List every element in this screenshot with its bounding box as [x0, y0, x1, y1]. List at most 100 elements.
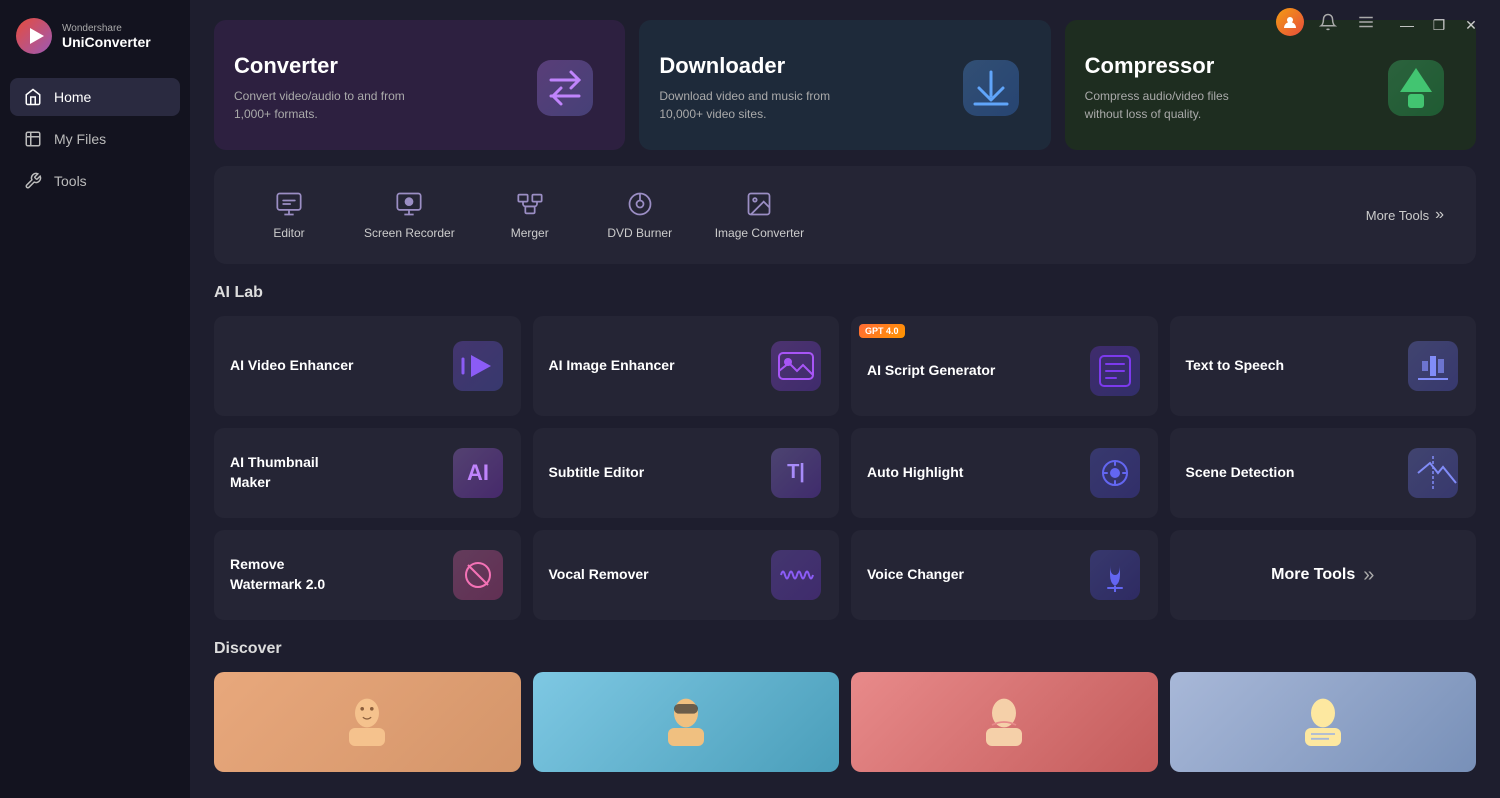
merger-label: Merger — [511, 226, 549, 240]
screen-recorder-label: Screen Recorder — [364, 226, 455, 240]
discover-grid — [214, 672, 1476, 772]
converter-card[interactable]: Converter Convert video/audio to and fro… — [214, 20, 625, 150]
discover-image-4 — [1293, 692, 1353, 752]
discover-image-1 — [337, 692, 397, 752]
ai-more-tools-title: More Tools — [1271, 564, 1355, 586]
converter-title: Converter — [234, 53, 525, 79]
merger-icon — [516, 190, 544, 218]
scene-detection-title: Scene Detection — [1186, 463, 1295, 483]
close-button[interactable]: ✕ — [1456, 10, 1486, 40]
subtitle-editor-title: Subtitle Editor — [549, 463, 645, 483]
downloader-info: Downloader Download video and music from… — [659, 53, 950, 123]
tools-icon — [24, 172, 42, 190]
ai-lab-grid: AI Video Enhancer AI Image Enhancer — [214, 316, 1476, 620]
minimize-button[interactable]: — — [1392, 10, 1422, 40]
window-controls: — ❐ ✕ — [1378, 0, 1500, 50]
main-content: Converter Convert video/audio to and fro… — [190, 0, 1500, 798]
ai-card-image-enhancer[interactable]: AI Image Enhancer — [533, 316, 840, 416]
ai-video-enhancer-icon — [451, 339, 505, 393]
ai-card-more-tools[interactable]: More Tools » — [1170, 530, 1477, 620]
compressor-desc: Compress audio/video files without loss … — [1085, 87, 1265, 123]
vocal-remover-icon — [769, 548, 823, 602]
sidebar-files-label: My Files — [54, 131, 106, 147]
ai-card-script-generator[interactable]: GPT 4.0 AI Script Generator — [851, 316, 1158, 416]
tool-dvd-burner[interactable]: DVD Burner — [585, 182, 695, 248]
sidebar-item-tools[interactable]: Tools — [10, 162, 180, 200]
ai-card-scene-detection[interactable]: Scene Detection — [1170, 428, 1477, 518]
user-avatar[interactable] — [1276, 8, 1304, 36]
tools-more-label: More Tools — [1366, 208, 1429, 223]
voice-changer-icon — [1088, 548, 1142, 602]
editor-label: Editor — [273, 226, 304, 240]
image-converter-icon — [745, 190, 773, 218]
discover-card-3[interactable] — [851, 672, 1158, 772]
gpt-badge: GPT 4.0 — [859, 324, 905, 338]
maximize-button[interactable]: ❐ — [1424, 10, 1454, 40]
ai-card-vocal-remover[interactable]: Vocal Remover — [533, 530, 840, 620]
discover-card-2[interactable] — [533, 672, 840, 772]
subtitle-editor-icon: T| — [769, 446, 823, 500]
ai-card-video-enhancer[interactable]: AI Video Enhancer — [214, 316, 521, 416]
ai-more-tools-chevron: » — [1363, 564, 1374, 587]
remove-watermark-title: Remove Watermark 2.0 — [230, 555, 360, 594]
compressor-icon — [1376, 48, 1456, 128]
tools-row: Editor Screen Recorder Merger — [214, 166, 1476, 264]
dvd-burner-icon — [626, 190, 654, 218]
compressor-info: Compressor Compress audio/video files wi… — [1085, 53, 1376, 123]
editor-icon — [275, 190, 303, 218]
hero-cards: Converter Convert video/audio to and fro… — [214, 20, 1476, 150]
ai-card-voice-changer[interactable]: Voice Changer — [851, 530, 1158, 620]
discover-title: Discover — [214, 640, 1476, 658]
ai-card-auto-highlight[interactable]: Auto Highlight — [851, 428, 1158, 518]
ai-image-enhancer-title: AI Image Enhancer — [549, 356, 675, 376]
ai-card-subtitle-editor[interactable]: Subtitle Editor T| — [533, 428, 840, 518]
top-right-controls — [1276, 8, 1380, 36]
discover-card-1[interactable] — [214, 672, 521, 772]
compressor-title: Compressor — [1085, 53, 1376, 79]
sidebar-item-my-files[interactable]: My Files — [10, 120, 180, 158]
app-logo-icon — [16, 18, 52, 54]
sidebar-nav: Home My Files Tools — [0, 78, 190, 200]
svg-text:T|: T| — [787, 461, 805, 483]
vocal-remover-title: Vocal Remover — [549, 565, 649, 585]
sidebar: Wondershare UniConverter Home My Files T… — [0, 0, 190, 798]
ai-image-enhancer-icon — [769, 339, 823, 393]
menu-icon[interactable] — [1352, 8, 1380, 36]
ai-card-thumbnail-maker[interactable]: AI Thumbnail Maker AI — [214, 428, 521, 518]
chevron-right-icon: » — [1435, 206, 1444, 224]
scene-detection-icon — [1406, 446, 1460, 500]
ai-script-generator-title: AI Script Generator — [867, 361, 995, 381]
downloader-card[interactable]: Downloader Download video and music from… — [639, 20, 1050, 150]
my-files-icon — [24, 130, 42, 148]
discover-card-4[interactable] — [1170, 672, 1477, 772]
logo-text: Wondershare UniConverter — [62, 23, 151, 50]
ai-thumbnail-maker-icon: AI — [451, 446, 505, 500]
downloader-icon — [951, 48, 1031, 128]
ai-card-remove-watermark[interactable]: Remove Watermark 2.0 — [214, 530, 521, 620]
tool-image-converter[interactable]: Image Converter — [695, 182, 824, 248]
ai-lab-title: AI Lab — [214, 284, 1476, 302]
tools-more-button[interactable]: More Tools » — [1354, 198, 1456, 232]
ai-video-enhancer-title: AI Video Enhancer — [230, 356, 353, 376]
product-name: UniConverter — [62, 34, 151, 50]
ai-thumbnail-maker-title: AI Thumbnail Maker — [230, 453, 360, 492]
sidebar-item-home[interactable]: Home — [10, 78, 180, 116]
screen-recorder-icon — [395, 190, 423, 218]
downloader-desc: Download video and music from 10,000+ vi… — [659, 87, 839, 123]
tool-merger[interactable]: Merger — [475, 182, 585, 248]
remove-watermark-icon — [451, 548, 505, 602]
converter-icon — [525, 48, 605, 128]
ai-script-generator-icon — [1088, 344, 1142, 398]
auto-highlight-title: Auto Highlight — [867, 463, 963, 483]
notifications-icon[interactable] — [1314, 8, 1342, 36]
tool-editor[interactable]: Editor — [234, 182, 344, 248]
home-icon — [24, 88, 42, 106]
brand-name: Wondershare — [62, 23, 151, 34]
discover-image-2 — [656, 692, 716, 752]
logo-area: Wondershare UniConverter — [0, 0, 190, 78]
tool-screen-recorder[interactable]: Screen Recorder — [344, 182, 475, 248]
svg-text:AI: AI — [467, 460, 489, 485]
ai-card-text-to-speech[interactable]: Text to Speech — [1170, 316, 1477, 416]
converter-desc: Convert video/audio to and from 1,000+ f… — [234, 87, 414, 123]
downloader-title: Downloader — [659, 53, 950, 79]
